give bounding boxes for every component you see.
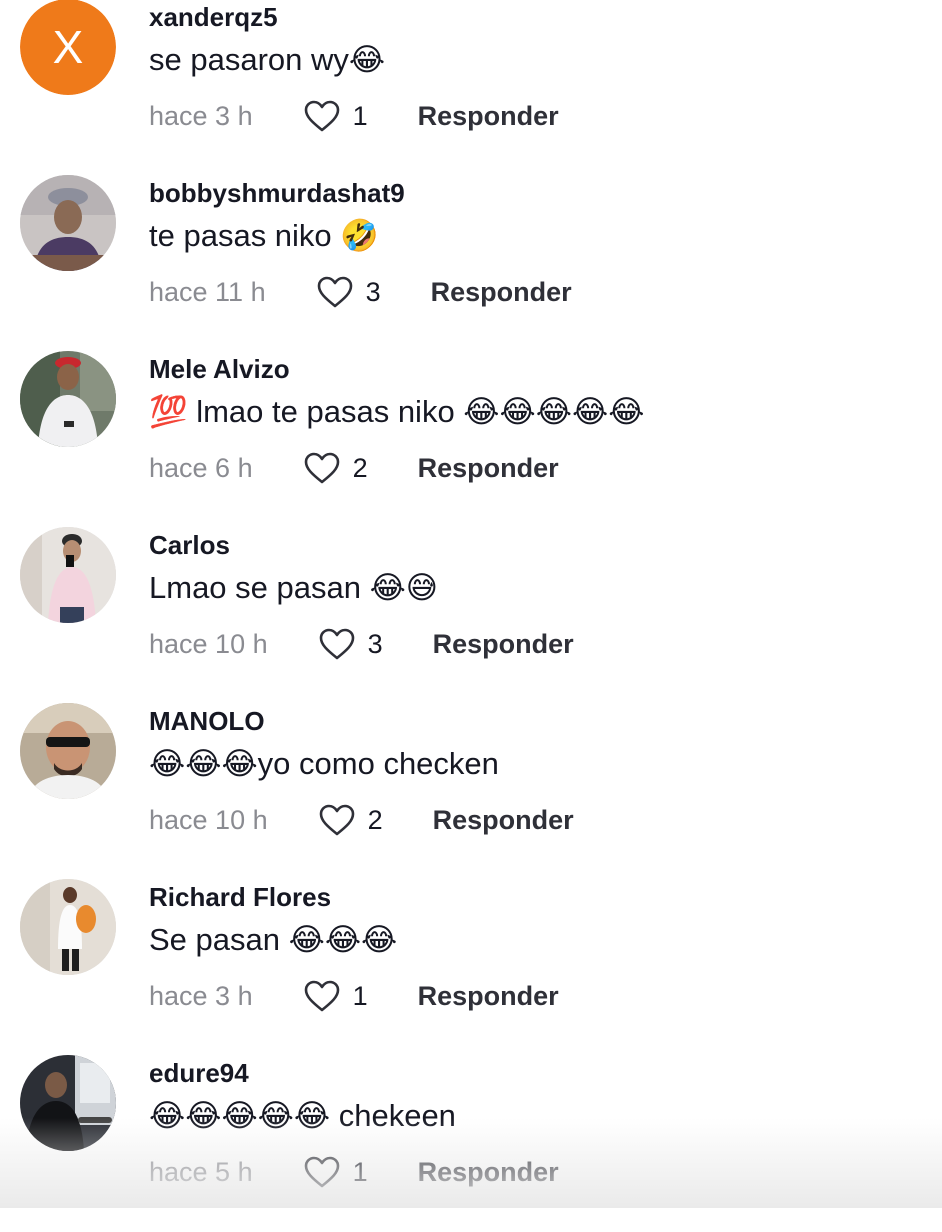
comment-time: hace 3 h <box>149 981 253 1011</box>
avatar[interactable] <box>20 1055 116 1151</box>
comment-username[interactable]: Richard Flores <box>149 880 331 914</box>
avatar[interactable]: X <box>20 0 116 95</box>
comment-item: Mele Alvizo 💯 lmao te pasas niko 😂😂😂😂😂 h… <box>0 351 942 528</box>
reply-button[interactable]: Responder <box>418 448 559 488</box>
avatar[interactable] <box>20 527 116 623</box>
comment-username[interactable]: Mele Alvizo <box>149 352 290 386</box>
comment-meta: hace 6 h 2 Responder <box>149 448 559 488</box>
heart-outline-icon[interactable] <box>303 979 341 1013</box>
like-button[interactable]: 3 <box>318 624 383 664</box>
like-button[interactable]: 3 <box>316 272 381 312</box>
comment-username[interactable]: bobbyshmurdashat9 <box>149 176 405 210</box>
comment-time: hace 3 h <box>149 101 253 131</box>
avatar-photo <box>20 175 116 271</box>
avatar-letter: X <box>20 0 116 95</box>
like-button[interactable]: 2 <box>318 800 383 840</box>
comment-username[interactable]: MANOLO <box>149 704 265 738</box>
avatar-photo <box>20 879 116 975</box>
comment-item: bobbyshmurdashat9 te pasas niko 🤣 hace 1… <box>0 175 942 352</box>
comment-item: edure94 😂😂😂😂😂 chekeen hace 5 h 1 Respond… <box>0 1055 942 1232</box>
comment-meta: hace 3 h 1 Responder <box>149 96 559 136</box>
comment-username[interactable]: edure94 <box>149 1056 249 1090</box>
comment-time: hace 5 h <box>149 1157 253 1187</box>
comment-time: hace 10 h <box>149 805 268 835</box>
comment-item: Carlos Lmao se pasan 😂😅 hace 10 h 3 Resp… <box>0 527 942 704</box>
like-count: 1 <box>352 981 368 1011</box>
comment-text: te pasas niko 🤣 <box>149 218 379 253</box>
avatar-photo <box>20 703 116 799</box>
reply-button[interactable]: Responder <box>431 272 572 312</box>
avatar-photo <box>20 351 116 447</box>
comment-list: X xanderqz5 se pasaron wy😂 hace 3 h 1 Re… <box>0 0 942 1208</box>
avatar[interactable] <box>20 175 116 271</box>
like-button[interactable]: 1 <box>303 1152 368 1192</box>
avatar[interactable] <box>20 879 116 975</box>
reply-button[interactable]: Responder <box>418 96 559 136</box>
avatar-photo <box>20 527 116 623</box>
reply-button[interactable]: Responder <box>433 800 574 840</box>
comment-text: 😂😂😂😂😂 chekeen <box>149 1098 456 1133</box>
avatar[interactable] <box>20 703 116 799</box>
heart-outline-icon[interactable] <box>318 627 356 661</box>
heart-outline-icon[interactable] <box>303 1155 341 1189</box>
comment-text: 💯 lmao te pasas niko 😂😂😂😂😂 <box>149 394 645 429</box>
reply-button[interactable]: Responder <box>418 1152 559 1192</box>
heart-outline-icon[interactable] <box>316 275 354 309</box>
like-count: 1 <box>352 1157 368 1187</box>
like-count: 2 <box>352 453 368 483</box>
comment-time: hace 10 h <box>149 629 268 659</box>
like-button[interactable]: 1 <box>303 96 368 136</box>
comment-username[interactable]: xanderqz5 <box>149 0 278 34</box>
comment-text: 😂😂😂yo como checken <box>149 746 499 781</box>
comment-text: Lmao se pasan 😂😅 <box>149 570 439 605</box>
heart-outline-icon[interactable] <box>303 99 341 133</box>
heart-outline-icon[interactable] <box>318 803 356 837</box>
like-count: 3 <box>365 277 381 307</box>
comment-meta: hace 3 h 1 Responder <box>149 976 559 1016</box>
avatar-photo <box>20 1055 116 1151</box>
comment-username[interactable]: Carlos <box>149 528 230 562</box>
like-count: 1 <box>352 101 368 131</box>
comment-meta: hace 11 h 3 Responder <box>149 272 572 312</box>
like-count: 2 <box>367 805 383 835</box>
reply-button[interactable]: Responder <box>433 624 574 664</box>
like-count: 3 <box>367 629 383 659</box>
comment-item: MANOLO 😂😂😂yo como checken hace 10 h 2 Re… <box>0 703 942 880</box>
comment-meta: hace 10 h 2 Responder <box>149 800 574 840</box>
comment-meta: hace 10 h 3 Responder <box>149 624 574 664</box>
comment-time: hace 11 h <box>149 277 266 307</box>
heart-outline-icon[interactable] <box>303 451 341 485</box>
like-button[interactable]: 2 <box>303 448 368 488</box>
reply-button[interactable]: Responder <box>418 976 559 1016</box>
comment-text: Se pasan 😂😂😂 <box>149 922 398 957</box>
comment-text: se pasaron wy😂 <box>149 42 386 77</box>
comment-time: hace 6 h <box>149 453 253 483</box>
avatar[interactable] <box>20 351 116 447</box>
comment-item: X xanderqz5 se pasaron wy😂 hace 3 h 1 Re… <box>0 0 942 176</box>
like-button[interactable]: 1 <box>303 976 368 1016</box>
comment-item: Richard Flores Se pasan 😂😂😂 hace 3 h 1 R… <box>0 879 942 1056</box>
comment-meta: hace 5 h 1 Responder <box>149 1152 559 1192</box>
